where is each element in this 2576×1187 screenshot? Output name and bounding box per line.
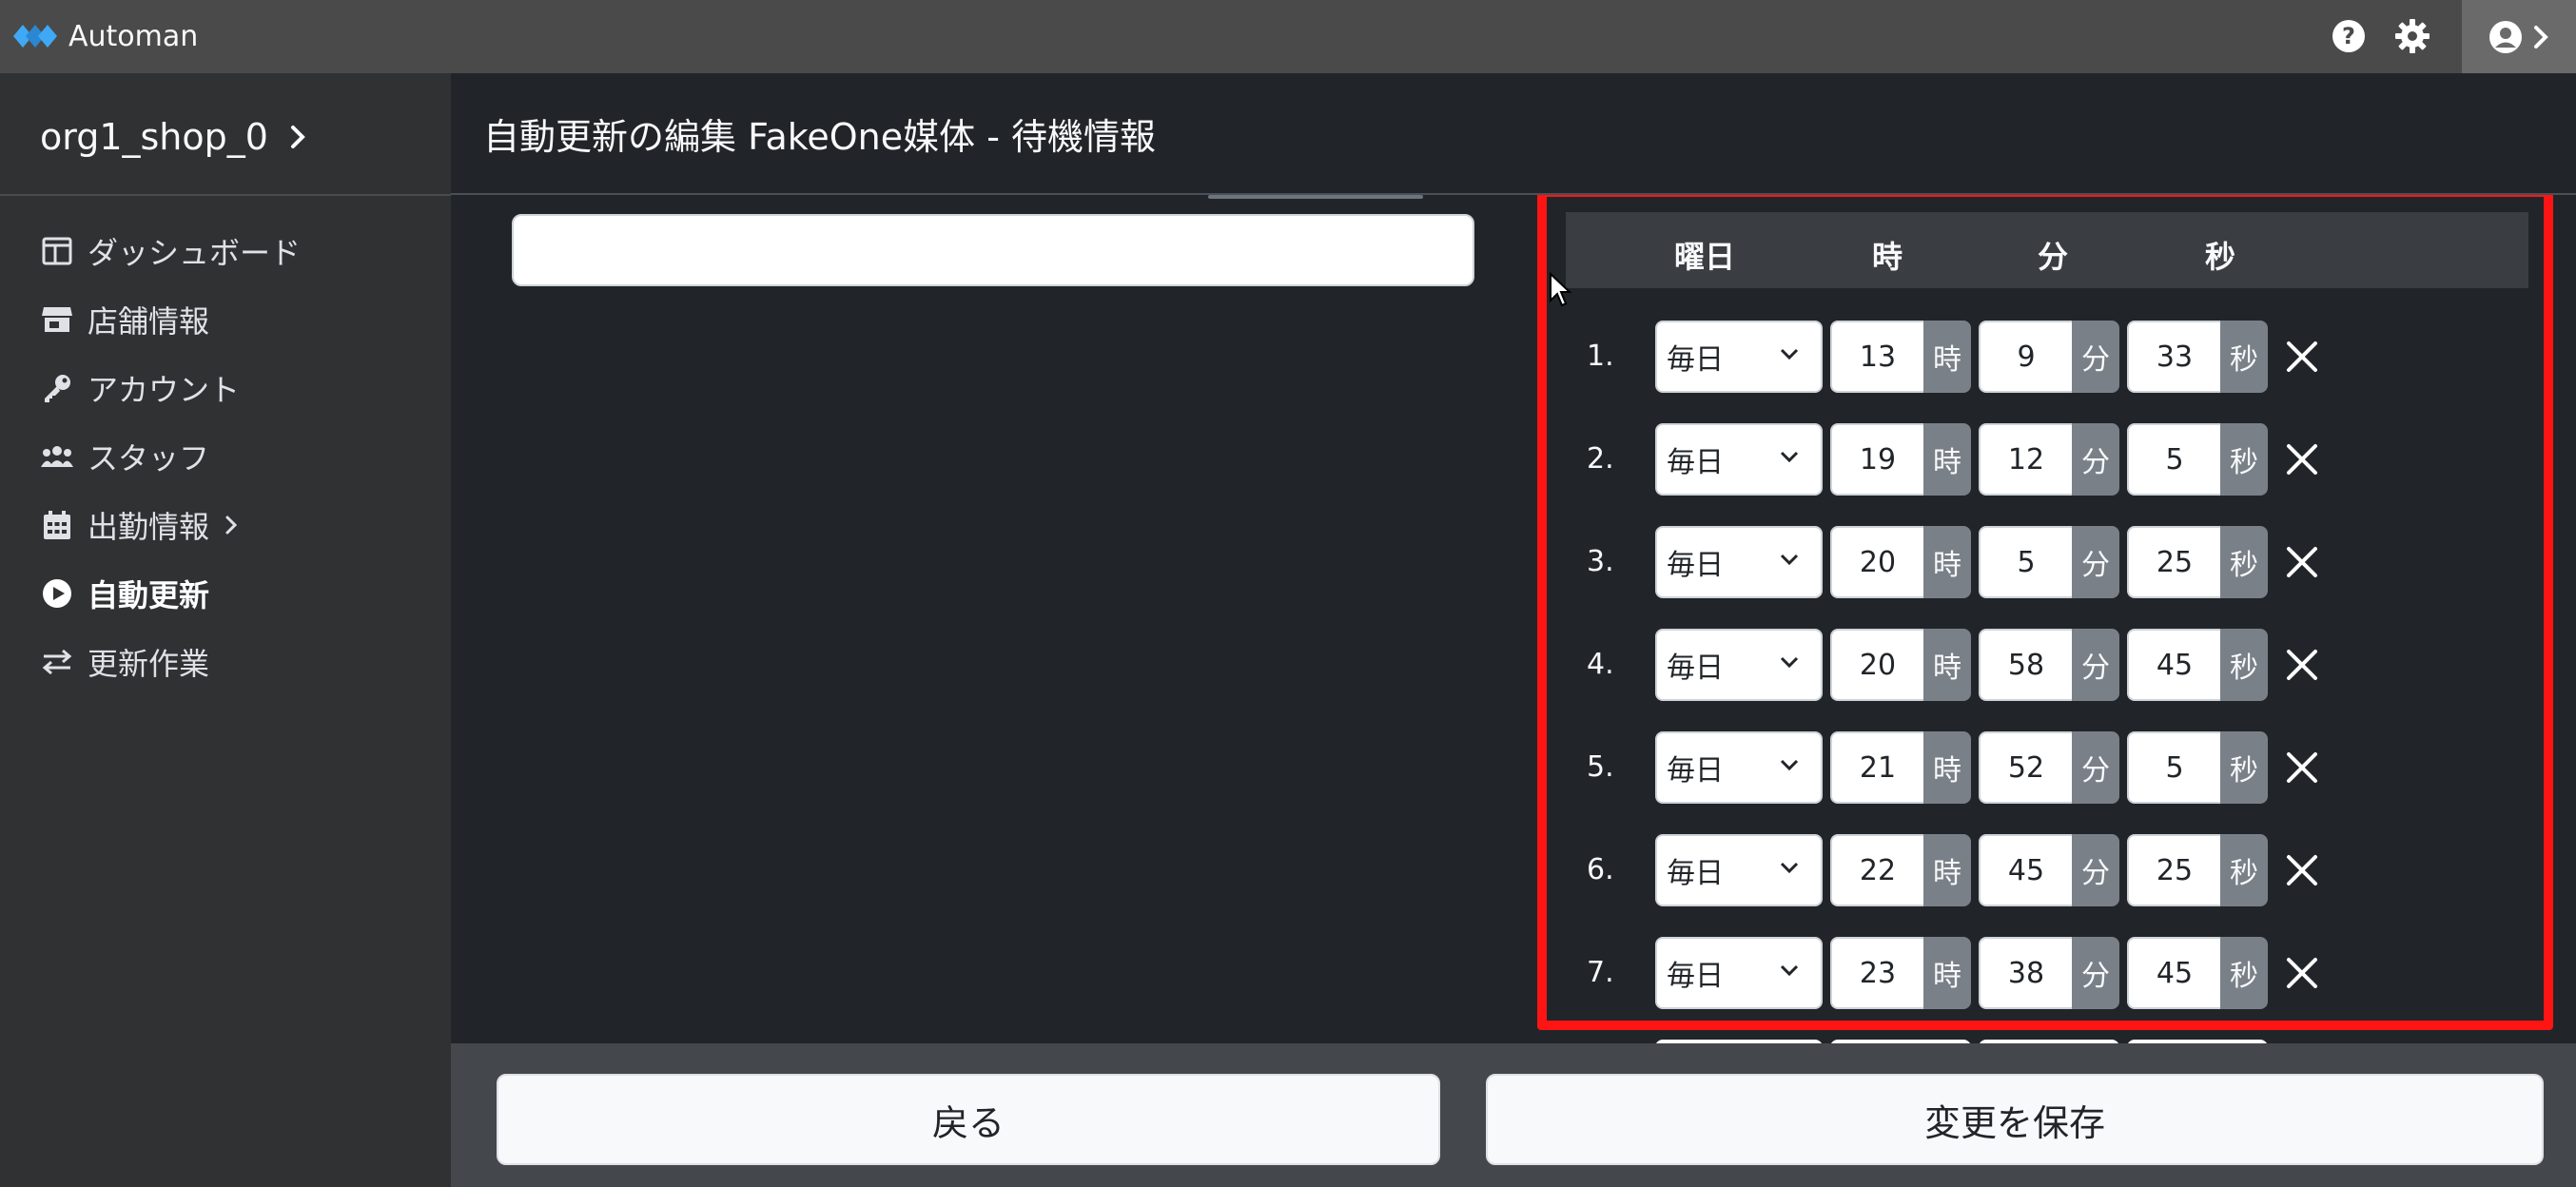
sidebar-item-label: 店舗情報 bbox=[88, 303, 210, 340]
sidebar-nav: ダッシュボード 店舗情報 アカウント スタッフ 出勤情報 自動更新 更新作業 bbox=[40, 217, 439, 696]
exchange-icon bbox=[40, 645, 74, 679]
sidebar-item-staff[interactable]: スタッフ bbox=[40, 422, 439, 491]
mouse-cursor-icon bbox=[1550, 272, 1571, 307]
page-header: 自動更新の編集 FakeOne媒体 - 待機情報 bbox=[451, 73, 2576, 195]
chevron-right-icon bbox=[2534, 25, 2548, 49]
shop-selector[interactable]: org1_shop_0 bbox=[40, 112, 306, 162]
shop-name: org1_shop_0 bbox=[40, 116, 268, 158]
sidebar-item-update-tasks[interactable]: 更新作業 bbox=[40, 628, 439, 696]
sidebar-item-label: 自動更新 bbox=[88, 577, 210, 613]
page-title: 自動更新の編集 FakeOne媒体 - 待機情報 bbox=[483, 116, 1157, 158]
text-input[interactable] bbox=[512, 214, 1474, 286]
sidebar-item-auto-update[interactable]: 自動更新 bbox=[40, 559, 439, 628]
highlight-box bbox=[1537, 195, 2553, 1030]
dashboard-icon bbox=[40, 234, 74, 268]
calendar-icon bbox=[40, 508, 74, 542]
gear-icon bbox=[2395, 19, 2430, 53]
top-bar: Automan ? bbox=[0, 0, 2576, 73]
help-icon: ? bbox=[2332, 20, 2365, 52]
sidebar-item-label: ダッシュボード bbox=[88, 235, 302, 271]
sidebar-item-label: スタッフ bbox=[88, 440, 210, 477]
sidebar-item-label: アカウント bbox=[88, 372, 241, 408]
scrolled-element-edge bbox=[1208, 195, 1423, 199]
settings-button[interactable] bbox=[2393, 17, 2431, 55]
app-name: Automan bbox=[68, 19, 199, 53]
store-icon bbox=[40, 302, 74, 337]
sidebar-divider bbox=[0, 194, 451, 196]
users-icon bbox=[40, 439, 74, 474]
chevron-right-icon bbox=[225, 516, 238, 535]
save-button[interactable]: 変更を保存 bbox=[1486, 1074, 2544, 1165]
svg-text:?: ? bbox=[2342, 23, 2355, 49]
back-button[interactable]: 戻る bbox=[497, 1074, 1440, 1165]
sidebar-item-label: 出勤情報 bbox=[88, 509, 210, 545]
main-content: 曜日 時 分 秒 1. 毎日 13 時 9分 33 秒 2. 毎日 19 時 12 分 … bbox=[451, 195, 2576, 1043]
chevron-right-icon bbox=[290, 126, 305, 148]
sidebar-item-label: 更新作業 bbox=[88, 646, 210, 682]
sidebar-item-dashboard[interactable]: ダッシュボード bbox=[40, 217, 439, 285]
footer-bar: 戻る 変更を保存 bbox=[451, 1043, 2576, 1187]
brand[interactable]: Automan bbox=[13, 15, 198, 57]
user-circle-icon bbox=[2489, 20, 2522, 53]
user-menu-button[interactable] bbox=[2462, 0, 2576, 73]
sidebar-item-account[interactable]: アカウント bbox=[40, 354, 439, 422]
help-button[interactable]: ? bbox=[2330, 17, 2368, 55]
sidebar-item-attendance[interactable]: 出勤情報 bbox=[40, 491, 439, 559]
key-icon bbox=[40, 371, 74, 405]
sidebar-item-store[interactable]: 店舗情報 bbox=[40, 285, 439, 354]
automan-logo-icon bbox=[13, 25, 57, 48]
play-circle-icon bbox=[40, 576, 74, 611]
